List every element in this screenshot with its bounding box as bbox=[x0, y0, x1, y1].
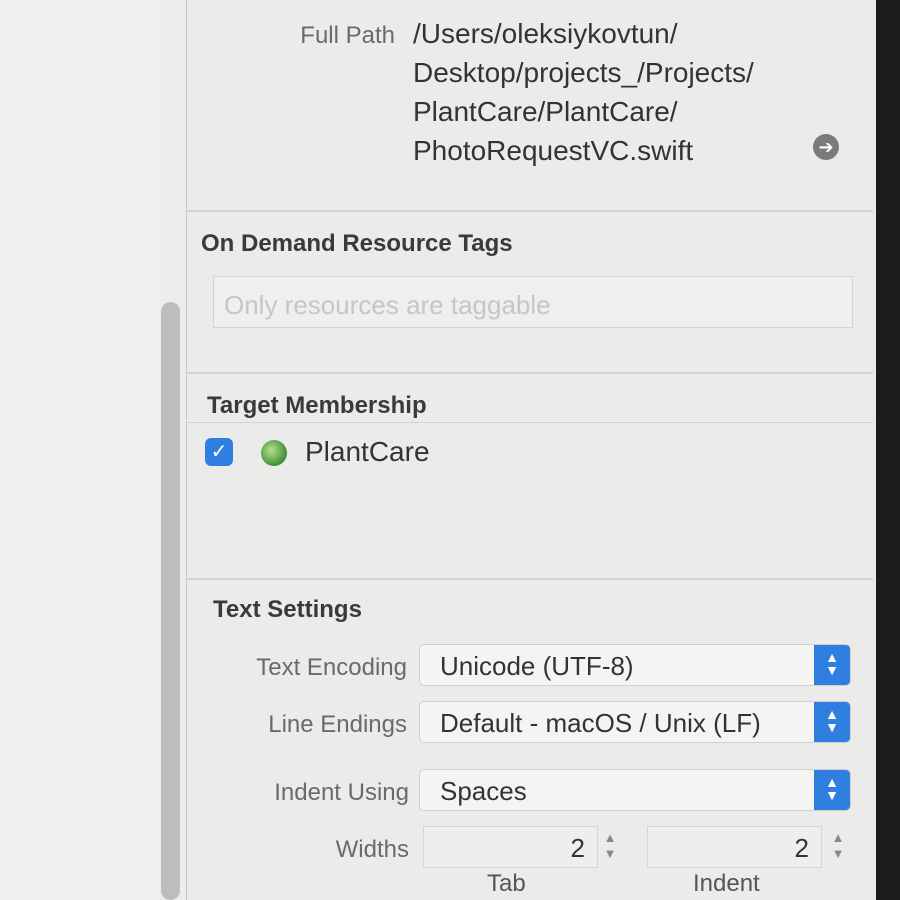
tab-width-caption: Tab bbox=[487, 870, 526, 897]
line-endings-label: Line Endings bbox=[268, 711, 407, 738]
resource-tags-field[interactable]: Only resources are taggable bbox=[213, 276, 853, 328]
text-encoding-popup[interactable]: Unicode (UTF-8) ▲ ▼ bbox=[419, 644, 851, 686]
section-divider bbox=[187, 372, 873, 374]
indent-width-field[interactable]: 2 bbox=[647, 826, 822, 868]
reveal-in-finder-arrow-icon[interactable]: ➔ bbox=[813, 134, 839, 160]
popup-chevrons-icon: ▲ ▼ bbox=[814, 770, 850, 810]
indent-width-caption: Indent bbox=[693, 870, 760, 897]
full-path-line: /Users/oleksiykovtun/ bbox=[413, 18, 678, 49]
target-membership-checkbox[interactable]: ✓ bbox=[205, 438, 233, 466]
editor-pane bbox=[0, 0, 186, 900]
indent-using-value: Spaces bbox=[440, 776, 527, 806]
tab-width-stepper-icon[interactable]: ▲ ▼ bbox=[599, 826, 621, 868]
line-endings-value: Default - macOS / Unix (LF) bbox=[440, 708, 761, 738]
full-path-line: Desktop/projects_/Projects/ bbox=[413, 57, 754, 88]
text-encoding-value: Unicode (UTF-8) bbox=[440, 651, 634, 681]
window-edge bbox=[876, 0, 900, 900]
target-membership-title: Target Membership bbox=[207, 392, 427, 419]
app-target-icon bbox=[261, 440, 287, 466]
indent-using-popup[interactable]: Spaces ▲ ▼ bbox=[419, 769, 851, 811]
section-divider bbox=[187, 578, 873, 580]
widths-label: Widths bbox=[335, 836, 409, 863]
tab-width-field[interactable]: 2 bbox=[423, 826, 598, 868]
full-path-line: PhotoRequestVC.swift bbox=[413, 135, 694, 166]
text-settings-title: Text Settings bbox=[213, 596, 362, 623]
section-divider bbox=[187, 210, 873, 212]
file-inspector-panel: Full Path /Users/oleksiykovtun/ Desktop/… bbox=[186, 0, 877, 900]
target-name: PlantCare bbox=[305, 436, 430, 467]
indent-using-label: Indent Using bbox=[274, 779, 409, 806]
full-path-label: Full Path bbox=[300, 22, 395, 49]
full-path-value: /Users/oleksiykovtun/ Desktop/projects_/… bbox=[413, 14, 823, 170]
text-encoding-label: Text Encoding bbox=[256, 654, 407, 681]
popup-chevrons-icon: ▲ ▼ bbox=[814, 702, 850, 742]
line-endings-popup[interactable]: Default - macOS / Unix (LF) ▲ ▼ bbox=[419, 701, 851, 743]
section-divider bbox=[187, 422, 873, 423]
indent-width-stepper-icon[interactable]: ▲ ▼ bbox=[827, 826, 849, 868]
full-path-line: PlantCare/PlantCare/ bbox=[413, 96, 678, 127]
popup-chevrons-icon: ▲ ▼ bbox=[814, 645, 850, 685]
editor-scrollbar-thumb[interactable] bbox=[161, 302, 180, 900]
on-demand-tags-title: On Demand Resource Tags bbox=[201, 230, 513, 257]
